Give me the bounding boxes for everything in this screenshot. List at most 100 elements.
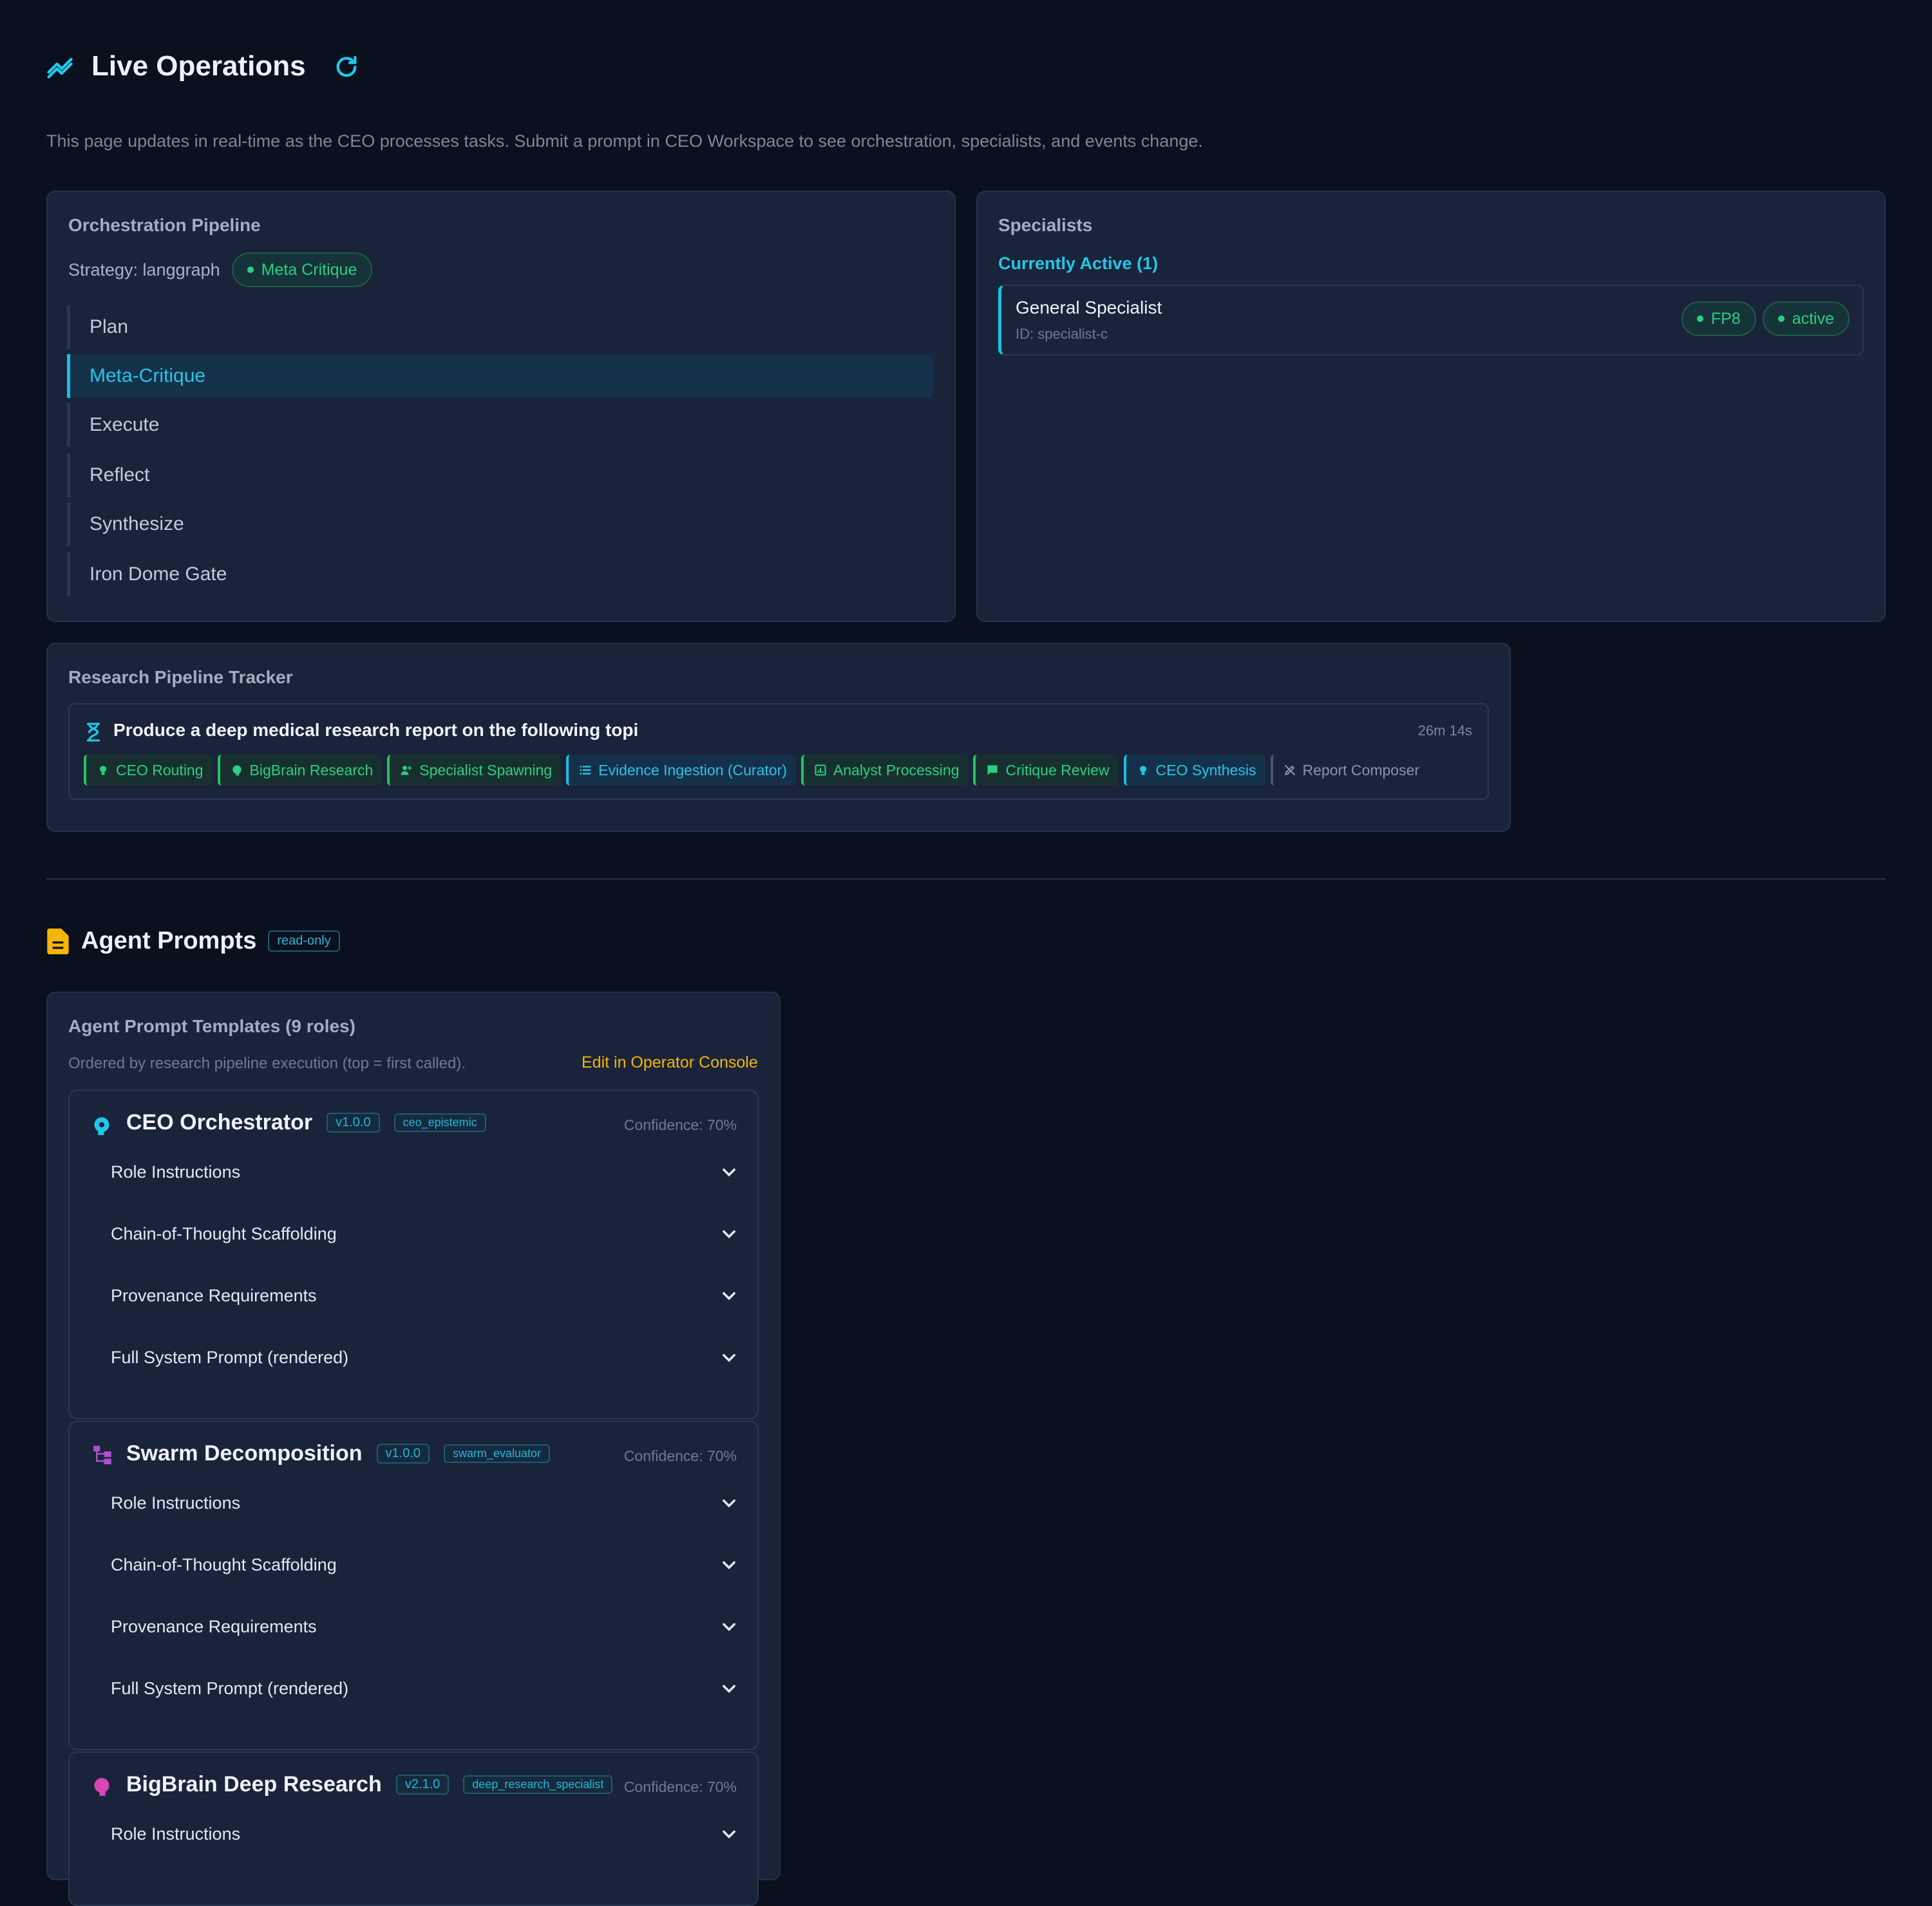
stage-label: CEO Synthesis [1155,761,1256,778]
accordion-role-instructions[interactable]: Role Instructions [111,1484,761,1522]
chevron-down-icon [723,1499,735,1508]
stage-ceo-routing: CEO Routing [84,755,213,786]
tracker-task-title: Produce a deep medical research report o… [113,720,639,740]
role-header: BigBrain Deep Research v2.1.0 deep_resea… [126,1772,613,1797]
role-key-tag: deep_research_specialist [463,1775,613,1794]
list-icon [580,766,591,775]
precision-badge: FP8 [1681,301,1756,336]
pipeline-step-iron-dome-gate: Iron Dome Gate [67,552,934,596]
confidence-label: Confidence: 70% [623,1779,737,1795]
brain-icon [232,765,242,776]
specialist-card[interactable]: General Specialist ID: specialist-c FP8 … [998,285,1864,355]
chevron-down-icon [723,1230,735,1239]
stage-label: Evidence Ingestion (Curator) [598,761,787,778]
accordion-label: Chain-of-Thought Scaffolding [111,1554,337,1574]
role-key-tag: ceo_epistemic [393,1113,486,1132]
accordion-label: Provenance Requirements [111,1616,317,1636]
accordion-chain-of-thought[interactable]: Chain-of-Thought Scaffolding [111,1214,761,1253]
pipeline-step-reflect: Reflect [67,453,934,497]
tracker-elapsed-time: 26m 14s [1417,722,1472,739]
precision-badge-label: FP8 [1710,309,1741,328]
specialist-name: General Specialist [1016,297,1162,317]
stage-bigbrain-research: BigBrain Research [217,755,383,786]
refresh-icon[interactable] [334,54,359,80]
accordion-chain-of-thought[interactable]: Chain-of-Thought Scaffolding [111,1545,761,1584]
read-only-badge: read-only [268,930,340,952]
status-dot [1777,316,1785,322]
confidence-label: Confidence: 70% [623,1117,737,1133]
pen-icon [1284,764,1295,776]
role-name: CEO Orchestrator [126,1110,313,1135]
chevron-down-icon [723,1168,735,1177]
comment-icon [987,765,998,775]
lightbulb-icon [1139,766,1146,775]
confidence-label: Confidence: 70% [623,1448,737,1464]
accordion-label: Role Instructions [111,1493,241,1513]
accordion-full-system-prompt[interactable]: Full System Prompt (rendered) [111,1338,761,1377]
person-add-icon [401,766,412,775]
pipeline-step-execute: Execute [67,403,934,447]
accordion-label: Chain-of-Thought Scaffolding [111,1223,337,1243]
page-description: This page updates in real-time as the CE… [46,131,1203,151]
accordion-provenance-requirements[interactable]: Provenance Requirements [111,1607,761,1646]
stage-evidence-ingestion: Evidence Ingestion (Curator) [566,755,796,786]
version-tag: v1.0.0 [376,1444,430,1464]
stage-report-composer: Report Composer [1270,755,1429,786]
tracker-stages: CEO Routing BigBrain Research Specialist… [84,755,1428,786]
tracker-title: Research Pipeline Tracker [68,667,293,687]
strategy-badge-label: Meta Critique [261,260,357,279]
stage-analyst-processing: Analyst Processing [800,755,969,786]
pipeline-step-synthesize: Synthesize [67,502,934,546]
status-badge-label: active [1792,309,1834,328]
page-header: Live Operations [46,50,306,82]
chevron-down-icon [723,1684,735,1694]
specialists-title: Specialists [998,215,1093,235]
chevron-down-icon [723,1354,735,1363]
accordion-full-system-prompt[interactable]: Full System Prompt (rendered) [111,1669,761,1708]
templates-subtitle: Ordered by research pipeline execution (… [68,1055,466,1072]
active-specialists-heading: Currently Active (1) [998,254,1159,273]
stage-label: Critique Review [1005,761,1110,778]
stage-label: CEO Routing [116,761,204,778]
tracker-task-card[interactable]: Produce a deep medical research report o… [68,703,1489,800]
templates-title: Agent Prompt Templates (9 roles) [68,1016,356,1036]
stage-ceo-synthesis: CEO Synthesis [1123,755,1265,786]
specialist-id: ID: specialist-c [1016,326,1108,342]
chevron-down-icon [723,1830,735,1839]
chevron-down-icon [723,1292,735,1301]
status-dot [247,267,254,273]
accordion-provenance-requirements[interactable]: Provenance Requirements [111,1276,761,1315]
stage-label: Report Composer [1302,761,1420,778]
stage-specialist-spawning: Specialist Spawning [387,755,562,786]
accordion-label: Full System Prompt (rendered) [111,1678,349,1698]
chevron-down-icon [723,1623,735,1632]
stage-label: Specialist Spawning [419,761,553,778]
edit-in-operator-console-link[interactable]: Edit in Operator Console [582,1053,758,1072]
accordion-role-instructions[interactable]: Role Instructions [111,1153,761,1191]
role-card-ceo-orchestrator: CEO Orchestrator v1.0.0 ceo_epistemic Co… [68,1090,759,1419]
strategy-badge: Meta Critique [231,252,373,287]
specialist-badges: FP8 active [1681,301,1850,336]
hourglass-icon [86,722,100,742]
role-name: BigBrain Deep Research [126,1772,382,1797]
trending-up-icon [47,57,73,79]
page-title: Live Operations [91,50,306,82]
hierarchy-icon [93,1446,111,1464]
role-name: Swarm Decomposition [126,1441,363,1466]
section-divider [46,878,1886,880]
document-icon [47,928,69,954]
brain-icon [94,1778,109,1796]
version-tag: v2.1.0 [395,1775,450,1795]
role-header: CEO Orchestrator v1.0.0 ceo_epistemic [126,1110,486,1135]
lightbulb-icon [100,766,106,775]
accordion-role-instructions[interactable]: Role Instructions [111,1815,761,1853]
status-dot [1696,316,1703,322]
stage-critique-review: Critique Review [973,755,1119,786]
stage-label: Analyst Processing [833,761,960,778]
accordion-label: Role Instructions [111,1824,241,1844]
agent-prompts-header: Agent Prompts read-only [46,927,340,955]
brain-head-icon [94,1117,109,1135]
version-tag: v1.0.0 [327,1113,380,1133]
role-card-bigbrain-deep-research: BigBrain Deep Research v2.1.0 deep_resea… [68,1751,759,1906]
pipeline-step-meta-critique: Meta-Critique [67,354,934,398]
